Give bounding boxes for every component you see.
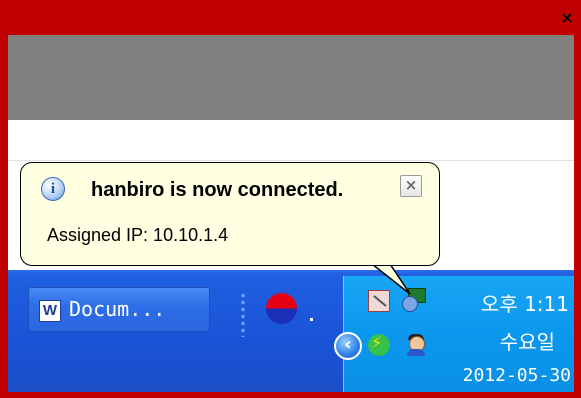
grey-toolbar-area: [8, 35, 574, 120]
info-icon: i: [41, 177, 65, 201]
power-bolt-icon[interactable]: [368, 333, 390, 356]
taskbar: W Docum... ‹ 오후 1:11: [8, 270, 574, 392]
divider: [8, 160, 574, 161]
balloon-tail: [370, 264, 411, 295]
globe-icon-part: [402, 296, 418, 312]
korean-ime-icon[interactable]: [266, 293, 297, 324]
word-icon: W: [39, 300, 61, 322]
person-body: [407, 349, 425, 356]
ime-options-arrow-icon[interactable]: [310, 318, 313, 321]
messenger-person-icon[interactable]: [404, 332, 426, 356]
quick-launch-grip[interactable]: [241, 292, 245, 337]
clock-time: 오후 1:11: [480, 292, 569, 316]
tray-clock[interactable]: 오후 1:11 수요일 2012-05-30: [444, 276, 574, 392]
clock-day: 수요일: [499, 330, 555, 354]
red-window-frame: × W Docum... ‹ ⚡ 오후 1:11 수요일 2012-05-30 …: [0, 0, 581, 398]
task-button-word-document[interactable]: W Docum...: [28, 287, 210, 332]
balloon-message: Assigned IP: 10.10.1.4: [47, 225, 229, 245]
task-button-label: Docum...: [69, 297, 166, 321]
notification-balloon[interactable]: i hanbiro is now connected. Assigned IP:…: [20, 162, 440, 266]
balloon-title: hanbiro is now connected.: [91, 179, 344, 201]
window-close-icon[interactable]: ×: [559, 10, 575, 26]
clock-date: 2012-05-30: [462, 365, 571, 386]
balloon-close-button[interactable]: ×: [400, 175, 422, 197]
show-hidden-icons-chevron-icon[interactable]: ‹: [334, 332, 362, 360]
